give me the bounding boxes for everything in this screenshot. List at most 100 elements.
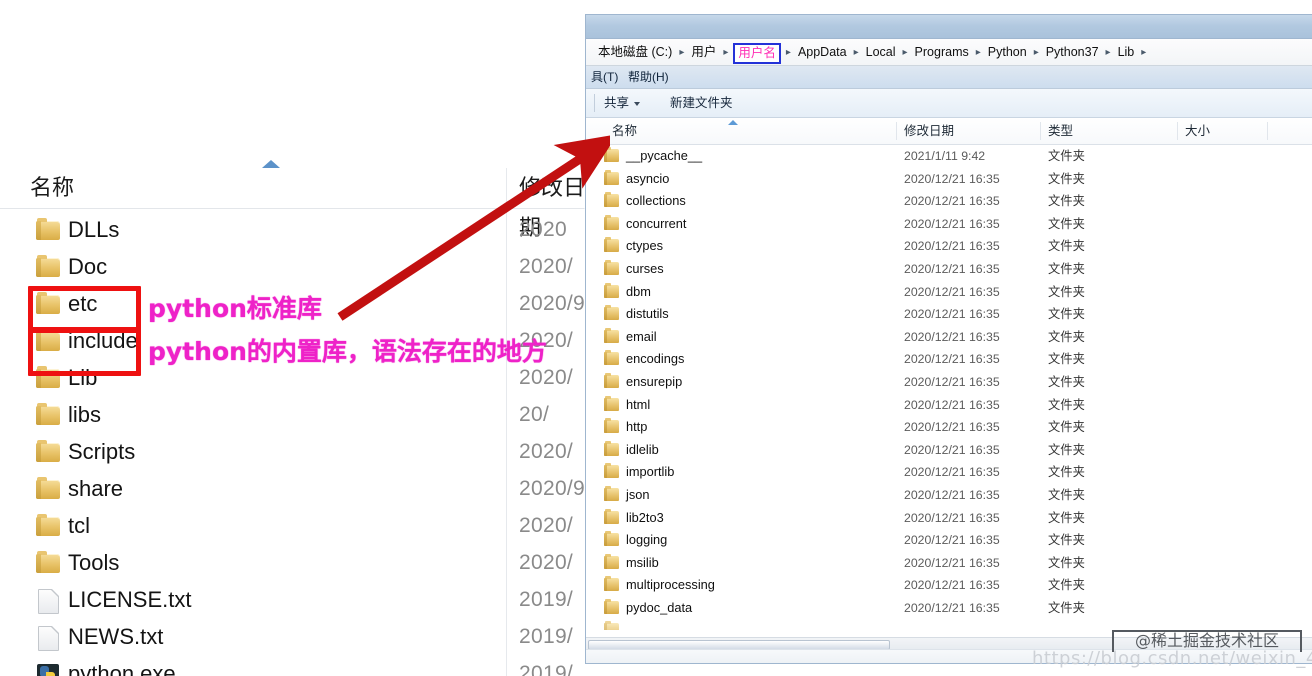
- row-cell-name: email: [626, 328, 657, 344]
- column-header-name[interactable]: 名称: [612, 118, 637, 144]
- row-cell-name: json: [626, 486, 650, 502]
- breadcrumb[interactable]: 本地磁盘 (C:) ▸ 用户 ▸ 用户名 ▸ AppData ▸ Local ▸ Programs ▸…: [596, 39, 1151, 65]
- table-row[interactable]: json 2020/12/21 16:35 文件夹: [586, 484, 1312, 507]
- row-cell-date: 2020/12/21 16:35: [904, 420, 1000, 435]
- table-row[interactable]: msilib 2020/12/21 16:35 文件夹: [586, 552, 1312, 575]
- row-cell-name: pydoc_data: [626, 599, 693, 615]
- row-cell-name: concurrent: [626, 215, 687, 231]
- table-row[interactable]: pydoc_data 2020/12/21 16:35 文件夹: [586, 597, 1312, 620]
- folder-icon: [604, 237, 619, 253]
- table-row[interactable]: curses 2020/12/21 16:35 文件夹: [586, 258, 1312, 281]
- folder-icon: [604, 259, 619, 275]
- left-list-item[interactable]: tcl 2020/: [0, 507, 600, 544]
- column-header-size[interactable]: 大小: [1185, 118, 1210, 144]
- row-cell-name: html: [626, 396, 651, 412]
- row-cell-date: 2020/12/21 16:35: [904, 261, 1000, 276]
- breadcrumb-separator-icon: ▸: [1033, 47, 1039, 58]
- folder-icon: [604, 305, 619, 321]
- left-list-item-name: python.exe: [68, 661, 176, 676]
- column-header-date[interactable]: 修改日期: [904, 118, 954, 144]
- left-list-item-date: 2019/: [519, 588, 574, 611]
- column-divider[interactable]: [896, 122, 897, 140]
- breadcrumb-item[interactable]: 用户: [689, 39, 718, 65]
- breadcrumb-item[interactable]: Local: [864, 39, 898, 65]
- table-row[interactable]: ensurepip 2020/12/21 16:35 文件夹: [586, 371, 1312, 394]
- table-row-partial[interactable]: [586, 619, 1312, 631]
- left-column-header: 名称 修改日期: [0, 168, 600, 240]
- table-row[interactable]: asyncio 2020/12/21 16:35 文件夹: [586, 168, 1312, 191]
- left-list-item-date: 2020/: [519, 255, 574, 278]
- menu-item-help[interactable]: 帮助(H): [628, 66, 669, 88]
- row-cell-date: 2021/1/11 9:42: [904, 149, 986, 163]
- table-row[interactable]: idlelib 2020/12/21 16:35 文件夹: [586, 439, 1312, 462]
- menu-bar[interactable]: 具(T) 帮助(H): [586, 66, 1312, 89]
- column-divider[interactable]: [1267, 122, 1268, 140]
- toolbar[interactable]: 共享 新建文件夹: [586, 89, 1312, 118]
- address-bar[interactable]: 本地磁盘 (C:) ▸ 用户 ▸ 用户名 ▸ AppData ▸ Local ▸ Programs ▸…: [586, 39, 1312, 66]
- row-cell-type: 文件夹: [1048, 578, 1085, 593]
- column-header-type[interactable]: 类型: [1048, 118, 1073, 144]
- breadcrumb-item[interactable]: AppData: [796, 39, 849, 65]
- new-folder-button[interactable]: 新建文件夹: [670, 89, 733, 117]
- folder-icon: [36, 254, 60, 278]
- folder-icon: [604, 576, 619, 592]
- left-column-header-name[interactable]: 名称: [30, 168, 74, 208]
- folder-icon: [36, 439, 60, 463]
- table-row[interactable]: encodings 2020/12/21 16:35 文件夹: [586, 348, 1312, 371]
- left-list-item[interactable]: DLLs 2020: [0, 211, 600, 248]
- table-row[interactable]: multiprocessing 2020/12/21 16:35 文件夹: [586, 574, 1312, 597]
- left-list-item[interactable]: Doc 2020/: [0, 248, 600, 285]
- table-row[interactable]: email 2020/12/21 16:35 文件夹: [586, 326, 1312, 349]
- row-cell-date: 2020/12/21 16:35: [904, 397, 1000, 412]
- left-list-item-date: 2020: [519, 218, 567, 241]
- table-row[interactable]: http 2020/12/21 16:35 文件夹: [586, 416, 1312, 439]
- chevron-down-icon: [634, 101, 641, 106]
- left-list-item-name: NEWS.txt: [68, 624, 164, 649]
- breadcrumb-item[interactable]: Programs: [913, 39, 971, 65]
- folder-icon: [604, 621, 619, 631]
- left-list-item[interactable]: NEWS.txt 2019/: [0, 618, 600, 655]
- table-row[interactable]: distutils 2020/12/21 16:35 文件夹: [586, 303, 1312, 326]
- row-cell-name: multiprocessing: [626, 577, 715, 593]
- table-row[interactable]: collections 2020/12/21 16:35 文件夹: [586, 190, 1312, 213]
- folder-icon: [604, 327, 619, 343]
- annotation-lib-label: python标准库: [148, 294, 322, 323]
- left-list-item-name: tcl: [68, 513, 90, 538]
- folder-icon: [604, 192, 619, 208]
- table-row[interactable]: __pycache__ 2021/1/11 9:42 文件夹: [586, 145, 1312, 168]
- row-cell-type: 文件夹: [1048, 600, 1085, 615]
- left-list-item[interactable]: LICENSE.txt 2019/: [0, 581, 600, 618]
- left-list-item[interactable]: libs 20/: [0, 396, 600, 433]
- column-divider[interactable]: [1040, 122, 1041, 140]
- folder-icon: [604, 440, 619, 456]
- left-list-item[interactable]: share 2020/9: [0, 470, 600, 507]
- table-row[interactable]: html 2020/12/21 16:35 文件夹: [586, 394, 1312, 417]
- breadcrumb-item[interactable]: Python: [986, 39, 1029, 65]
- table-row[interactable]: logging 2020/12/21 16:35 文件夹: [586, 529, 1312, 552]
- row-cell-type: 文件夹: [1048, 216, 1085, 231]
- left-list-item[interactable]: Scripts 2020/: [0, 433, 600, 470]
- left-list-item-date: 2020/: [519, 514, 574, 537]
- left-list-item-date: 2020/9: [519, 477, 586, 500]
- breadcrumb-item[interactable]: Lib: [1116, 39, 1137, 65]
- row-cell-name: http: [626, 419, 648, 435]
- folder-icon: [36, 513, 60, 537]
- breadcrumb-item[interactable]: 本地磁盘 (C:): [596, 39, 674, 65]
- table-row[interactable]: lib2to3 2020/12/21 16:35 文件夹: [586, 507, 1312, 530]
- column-divider[interactable]: [1177, 122, 1178, 140]
- breadcrumb-item[interactable]: Python37: [1044, 39, 1101, 65]
- table-row[interactable]: concurrent 2020/12/21 16:35 文件夹: [586, 213, 1312, 236]
- table-row[interactable]: importlib 2020/12/21 16:35 文件夹: [586, 461, 1312, 484]
- left-list-item[interactable]: python.exe 2019/: [0, 655, 600, 676]
- breadcrumb-item-username[interactable]: 用户名: [733, 43, 781, 64]
- row-cell-type: 文件夹: [1048, 194, 1085, 209]
- row-cell-type: 文件夹: [1048, 420, 1085, 435]
- share-button[interactable]: 共享: [604, 89, 641, 117]
- menu-item-tools[interactable]: 具(T): [591, 66, 618, 88]
- table-row[interactable]: dbm 2020/12/21 16:35 文件夹: [586, 281, 1312, 304]
- row-cell-date: 2020/12/21 16:35: [904, 578, 1000, 593]
- row-cell-type: 文件夹: [1048, 397, 1085, 412]
- left-list-item[interactable]: Tools 2020/: [0, 544, 600, 581]
- window-title-bar[interactable]: [586, 15, 1312, 39]
- table-row[interactable]: ctypes 2020/12/21 16:35 文件夹: [586, 235, 1312, 258]
